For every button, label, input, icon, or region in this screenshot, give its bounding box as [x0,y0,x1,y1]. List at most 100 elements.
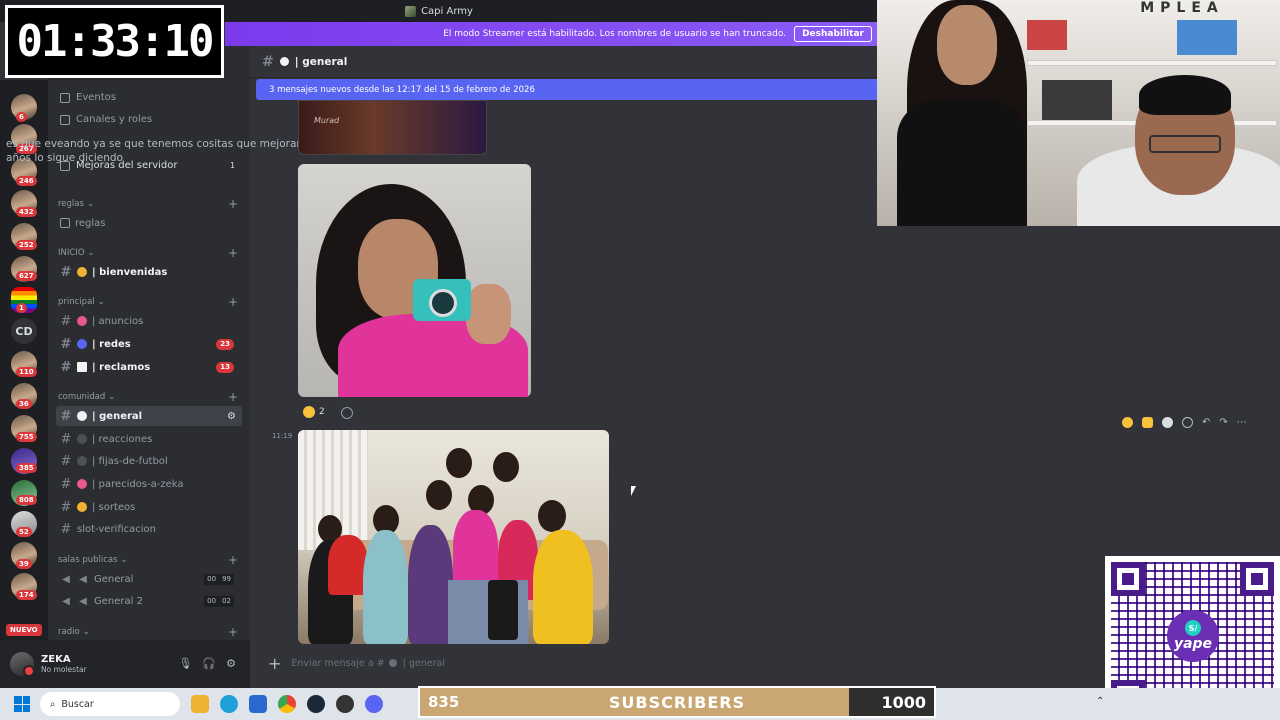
image-content [328,535,368,595]
category-label: principal [58,297,95,307]
new-messages-bar[interactable]: 3 mensajes nuevos desde las 12:17 del 15… [256,79,878,100]
new-badge[interactable]: NUEVO [6,624,42,636]
edge-icon[interactable] [220,695,238,713]
category-salas[interactable]: salas publicas ⌄ [58,555,128,565]
windows-start-icon[interactable] [14,696,30,712]
calendar-icon [60,92,70,103]
image-content [408,525,453,644]
avatar[interactable] [10,652,35,677]
server-badge: 1 [16,303,27,313]
category-reglas[interactable]: reglas ⌄ [58,199,94,209]
channel-settings-icon[interactable]: ⚙ [227,411,236,422]
headphones-icon[interactable]: 🎧 [202,657,216,670]
microphone-icon[interactable]: 🎙 [178,657,192,670]
thumbs-up-icon[interactable] [1142,416,1153,428]
chevron-down-icon: ⌄ [108,392,116,402]
add-channel-icon[interactable]: + [228,626,238,638]
laughing-emoji-icon[interactable] [1122,416,1133,428]
qr-finder [1111,562,1145,596]
message-image[interactable]: Murad [298,100,487,155]
tray-chevron-icon[interactable]: ⌃ [1096,696,1104,707]
channel-parecidos[interactable]: # | parecidos-a-zeka [56,474,242,494]
server-badge: 246 [16,176,37,186]
message-image[interactable] [298,430,609,644]
hash-icon: # [60,431,72,447]
file-explorer-icon[interactable] [191,695,209,713]
voice-channel-general-2[interactable]: ◀ ◀ General 2 00 02 [56,591,242,611]
image-content [488,580,518,640]
taskbar-search[interactable]: ⌕ Buscar [40,692,180,716]
menu-events[interactable]: Eventos [60,92,116,103]
channel-redes[interactable]: # | redes 23 [56,334,242,354]
channel-slot[interactable]: # slot-verificacion [56,519,242,539]
add-channel-icon[interactable]: + [228,247,238,259]
mouse-cursor-icon [631,486,641,496]
steam-icon[interactable] [307,695,325,713]
server-badge: 52 [16,527,32,537]
eyes-icon[interactable] [1162,416,1173,428]
channel-label: slot-verificacion [77,523,156,535]
soccer-icon [77,456,87,466]
obs-icon[interactable] [336,695,354,713]
channel-anuncios[interactable]: # | anuncios [56,311,242,331]
message-input[interactable]: + Enviar mensaje a # | general [250,650,1105,676]
speech-bubble-icon [388,659,397,667]
sunglasses-icon [77,502,87,512]
server-badge: 627 [16,271,37,281]
hash-icon: # [60,476,72,492]
image-content [1177,20,1237,55]
list-icon [60,114,70,125]
image-content [466,284,511,344]
globe-icon [77,339,87,349]
gear-icon[interactable]: ⚙ [226,657,236,670]
message-image[interactable] [298,164,531,397]
mention-badge: 13 [216,361,234,373]
add-attachment-icon[interactable]: + [268,654,281,673]
channel-reacciones[interactable]: # | reacciones [56,429,242,449]
channel-label: | reacciones [92,433,153,445]
voice-channel-general[interactable]: ◀ ◀ General 00 99 [56,569,242,589]
add-channel-icon[interactable]: + [228,198,238,210]
channel-fijas[interactable]: # | fijas-de-futbol [56,451,242,471]
channel-label: | bienvenidas [92,266,168,278]
category-comunidad[interactable]: comunidad ⌄ [58,392,115,402]
hash-icon: # [60,453,72,469]
server-icon-cd[interactable]: CD [11,318,37,344]
category-inicio[interactable]: INICIO ⌄ [58,248,95,258]
channel-reglas[interactable]: reglas [56,213,242,233]
app-icon [405,5,417,17]
category-radio[interactable]: radio ⌄ [58,627,90,637]
streamer-banner-text: El modo Streamer está habilitado. Los no… [443,29,787,39]
chrome-icon[interactable] [278,695,296,713]
forward-icon[interactable]: ↷ [1219,417,1227,428]
speaker-icon: ◀ [79,595,87,607]
reply-icon[interactable]: ↶ [1202,417,1210,428]
category-label: radio [58,627,80,637]
more-icon[interactable]: ⋯ [1237,417,1247,428]
voice-user-counter: 00 99 [204,573,234,585]
menu-channels-roles[interactable]: Canales y roles [60,114,152,125]
image-content [1139,75,1231,115]
channel-title: | general [294,55,348,68]
add-reaction-button[interactable] [341,407,353,419]
category-principal[interactable]: principal ⌄ [58,297,105,307]
channel-label: | general [92,410,143,422]
disable-streamer-button[interactable]: Deshabilitar [794,26,872,42]
add-channel-icon[interactable]: + [228,554,238,566]
discord-icon[interactable] [365,695,383,713]
channel-label: | redes [92,338,131,350]
channel-bienvenidas[interactable]: # | bienvenidas [56,262,242,282]
store-icon[interactable] [249,695,267,713]
channel-reclamos[interactable]: # | reclamos 13 [56,357,242,377]
channel-label: | parecidos-a-zeka [92,478,184,490]
subscriber-goal: 1000 [881,692,926,712]
channel-sorteos[interactable]: # | sorteos [56,497,242,517]
add-reaction-icon[interactable] [1182,416,1193,428]
user-name: ZEKA [41,654,71,665]
add-channel-icon[interactable]: + [228,391,238,403]
reaction-button[interactable]: 2 [303,406,325,418]
hash-icon: # [60,408,72,424]
wave-icon [77,267,87,277]
add-channel-icon[interactable]: + [228,296,238,308]
channel-general[interactable]: # | general ⚙ [56,406,242,426]
